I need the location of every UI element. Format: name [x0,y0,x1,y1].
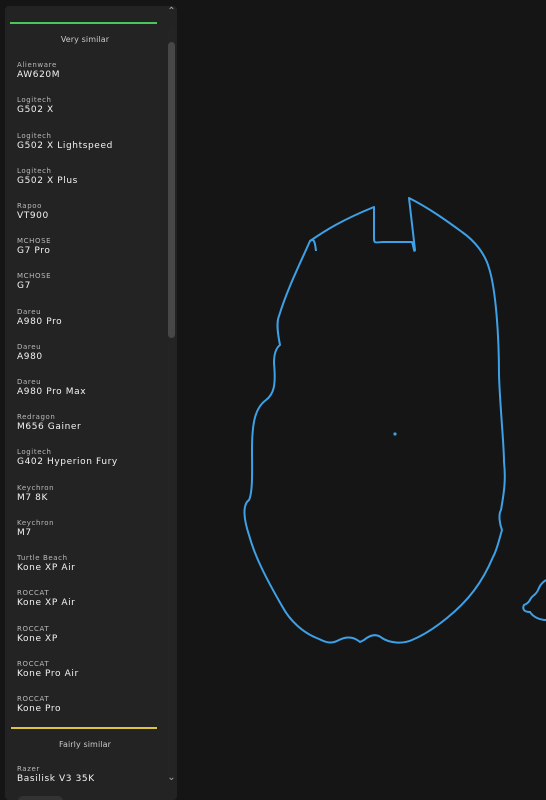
list-item-turtle-beach-kone-xp-air[interactable]: Turtle Beach Kone XP Air [5,554,165,584]
list-item-roccat-kone-pro-air[interactable]: ROCCAT Kone Pro Air [5,660,165,690]
fairly-similar-divider [11,727,157,729]
list-item-logitech-g502-x-plus[interactable]: Logitech G502 X Plus [5,167,165,197]
list-item-keychron-m7[interactable]: Keychron M7 [5,519,165,549]
adjacent-shape-partial-outline [522,579,546,621]
mouse-brand-label: Turtle Beach [17,554,68,562]
list-item-logitech-g502-x-lightspeed[interactable]: Logitech G502 X Lightspeed [5,132,165,162]
mouse-brand-label: Logitech [17,448,52,456]
chevron-up-icon[interactable]: ⌃ [166,7,177,17]
mouse-model-label: G502 X [17,105,54,115]
mouse-brand-label: ROCCAT [17,695,50,703]
chevron-down-icon[interactable]: ⌄ [166,773,177,783]
mouse-model-label: G7 [17,281,31,291]
similar-mice-sidebar: Very similar Alienware AW620M Logitech G… [5,6,177,800]
mouse-brand-label: ROCCAT [17,589,50,597]
mouse-brand-label: MCHOSE [17,272,52,280]
mouse-model-label: M7 8K [17,493,48,503]
mouse-brand-label: Keychron [17,519,55,527]
mouse-model-label: Basilisk V3 35K [17,774,95,784]
mouse-model-label: Kone XP Air [17,563,76,573]
mouse-model-label: A980 Pro [17,317,63,327]
left-button-notch [309,239,317,252]
mouse-model-label: M7 [17,528,32,538]
mouse-model-label: Kone XP [17,634,58,644]
list-item-razer-basilisk-v3-35k[interactable]: Razer Basilisk V3 35K [5,765,165,795]
center-dot-icon [393,432,397,436]
mouse-brand-label: Keychron [17,484,55,492]
list-item-alienware-aw620m[interactable]: Alienware AW620M [5,61,165,91]
mouse-brand-label: Logitech [17,96,52,104]
scrollbar-track[interactable] [168,26,175,778]
mouse-brand-label: Razer [17,765,40,773]
mouse-model-label: A980 [17,352,43,362]
mouse-model-label: G502 X Plus [17,176,78,186]
list-item-keychron-m7-8k[interactable]: Keychron M7 8K [5,484,165,514]
mouse-model-label: AW620M [17,70,61,80]
mouse-outline-svg [243,197,546,644]
similar-mice-list[interactable]: Very similar Alienware AW620M Logitech G… [5,6,166,800]
mouse-brand-label: Dareu [17,378,42,386]
mouse-brand-label: ROCCAT [17,625,50,633]
mouse-model-label: G7 Pro [17,246,51,256]
fairly-similar-section-title: Fairly similar [58,740,111,749]
very-similar-divider [10,22,157,24]
list-item-dareu-a980-pro-max[interactable]: Dareu A980 Pro Max [5,378,165,408]
list-item-roccat-kone-xp-air[interactable]: ROCCAT Kone XP Air [5,589,165,619]
very-similar-section-title: Very similar [60,35,110,44]
partial-next-item-chip[interactable] [18,796,63,800]
mouse-brand-label: ROCCAT [17,660,50,668]
mouse-model-label: M656 Gainer [17,422,82,432]
list-item-roccat-kone-xp[interactable]: ROCCAT Kone XP [5,625,165,655]
mouse-model-label: G402 Hyperion Fury [17,457,118,467]
mouse-model-label: VT900 [17,211,49,221]
mouse-brand-label: Dareu [17,308,42,316]
list-item-mchose-g7[interactable]: MCHOSE G7 [5,272,165,302]
mouse-brand-label: MCHOSE [17,237,52,245]
mouse-shape-comparison-app: Very similar Alienware AW620M Logitech G… [0,0,546,800]
mouse-model-label: G502 X Lightspeed [17,141,113,151]
mouse-brand-label: Dareu [17,343,42,351]
mouse-brand-label: Logitech [17,167,52,175]
sidebar-scrollbar[interactable]: ⌃ ⌄ [166,6,177,800]
list-item-dareu-a980[interactable]: Dareu A980 [5,343,165,373]
mouse-brand-label: Redragon [17,413,56,421]
mouse-brand-label: Rapoo [17,202,43,210]
mouse-model-label: A980 Pro Max [17,387,87,397]
list-item-logitech-g402-hyperion-fury[interactable]: Logitech G402 Hyperion Fury [5,448,165,478]
list-item-redragon-m656-gainer[interactable]: Redragon M656 Gainer [5,413,165,443]
list-item-logitech-g502-x[interactable]: Logitech G502 X [5,96,165,126]
mouse-top-outline [243,197,506,644]
mouse-model-label: Kone Pro Air [17,669,79,679]
mouse-model-label: Kone Pro [17,704,62,714]
mouse-model-label: Kone XP Air [17,598,76,608]
list-item-dareu-a980-pro[interactable]: Dareu A980 Pro [5,308,165,338]
list-item-mchose-g7-pro[interactable]: MCHOSE G7 Pro [5,237,165,267]
list-item-rapoo-vt900[interactable]: Rapoo VT900 [5,202,165,232]
mouse-brand-label: Alienware [17,61,57,69]
list-item-roccat-kone-pro[interactable]: ROCCAT Kone Pro [5,695,165,725]
mouse-brand-label: Logitech [17,132,52,140]
shape-comparison-canvas[interactable] [177,0,546,800]
scrollbar-thumb[interactable] [168,42,175,338]
